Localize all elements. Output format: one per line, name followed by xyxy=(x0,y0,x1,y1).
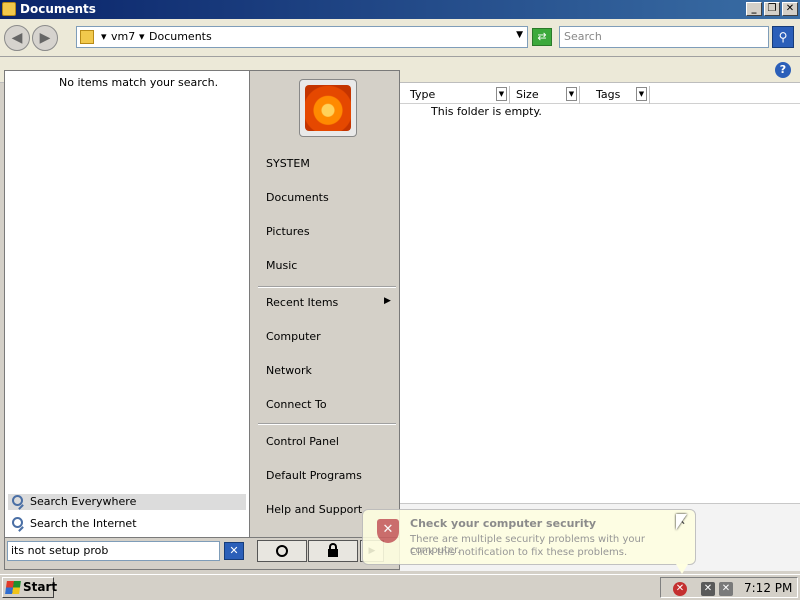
search-icon xyxy=(12,495,23,506)
start-label: Start xyxy=(23,580,58,594)
breadcrumb-vm7[interactable]: vm7 xyxy=(111,30,135,43)
start-button[interactable]: Start xyxy=(2,577,58,598)
chevron-down-icon[interactable]: ▼ xyxy=(566,87,577,101)
folder-icon xyxy=(2,2,16,16)
menu-separator xyxy=(258,423,396,425)
menu-item-default-programs[interactable]: Default Programs xyxy=(266,468,362,484)
menu-separator xyxy=(258,286,396,288)
start-menu-left-pane xyxy=(4,70,250,538)
security-alert-icon[interactable]: ✕ xyxy=(673,582,687,596)
search-internet-label: Search the Internet xyxy=(30,517,137,530)
start-search-input[interactable]: its not setup prob xyxy=(7,541,220,561)
search-everywhere-label: Search Everywhere xyxy=(30,495,137,508)
menu-item-documents[interactable]: Documents xyxy=(266,190,329,206)
menu-item-pictures[interactable]: Pictures xyxy=(266,224,310,240)
lock-button[interactable] xyxy=(308,540,358,562)
notification-title: Check your computer security xyxy=(410,517,597,530)
menu-item-recent-items[interactable]: Recent Items xyxy=(266,295,338,311)
window-titlebar[interactable]: Documents _ ❐ ✕ xyxy=(0,0,800,19)
power-icon xyxy=(276,545,288,557)
user-picture[interactable] xyxy=(299,79,357,137)
column-label: Tags xyxy=(596,88,621,101)
menu-item-network[interactable]: Network xyxy=(266,363,312,379)
menu-item-music[interactable]: Music xyxy=(266,258,297,274)
search-input[interactable]: Search xyxy=(559,26,769,48)
address-box[interactable]: ▾ vm7 ▾ Documents ▼ xyxy=(76,26,528,48)
folder-icon xyxy=(80,30,94,44)
notification-tail xyxy=(676,564,688,574)
address-bar-area: ◀ ▶ ▾ vm7 ▾ Documents ▼ ⇄ Search ⚲ xyxy=(0,19,800,57)
menu-item-system[interactable]: SYSTEM xyxy=(266,156,310,172)
system-tray: ✕ ✕ ✕ 7:12 PM xyxy=(660,577,798,598)
search-internet-link[interactable]: Search the Internet xyxy=(8,516,246,532)
menu-item-control-panel[interactable]: Control Panel xyxy=(266,434,339,450)
chevron-down-icon[interactable]: ▼ xyxy=(516,30,523,40)
chevron-down-icon[interactable]: ▼ xyxy=(496,87,507,101)
column-header-size[interactable]: Size ▼ xyxy=(510,86,580,104)
chevron-right-icon: ▶ xyxy=(384,296,391,306)
help-icon[interactable]: ? xyxy=(775,62,791,78)
windows-logo-icon xyxy=(5,581,21,594)
lock-icon xyxy=(328,543,338,557)
search-button[interactable]: ⚲ xyxy=(772,26,794,48)
breadcrumb-documents[interactable]: Documents xyxy=(149,30,212,43)
chevron-down-icon[interactable]: ▼ xyxy=(636,87,647,101)
shield-icon: ✕ xyxy=(377,519,399,543)
file-list-area[interactable] xyxy=(400,83,800,503)
clock[interactable]: 7:12 PM xyxy=(744,581,792,595)
menu-item-help-support[interactable]: Help and Support xyxy=(266,502,362,518)
network-icon[interactable]: ✕ xyxy=(701,582,715,596)
restore-button[interactable]: ❐ xyxy=(764,2,780,16)
taskbar: Start ✕ ✕ ✕ 7:12 PM xyxy=(0,574,800,600)
forward-button[interactable]: ▶ xyxy=(32,25,58,51)
security-notification[interactable]: ✕ Check your computer security There are… xyxy=(362,509,696,565)
back-button[interactable]: ◀ xyxy=(4,25,30,51)
refresh-button[interactable]: ⇄ xyxy=(532,28,552,46)
chevron-right-icon[interactable]: ▾ xyxy=(101,30,107,43)
notification-text: Click this notification to fix these pro… xyxy=(410,547,628,558)
search-icon xyxy=(12,517,23,528)
column-label: Type xyxy=(410,88,436,101)
power-button[interactable] xyxy=(257,540,307,562)
menu-item-computer[interactable]: Computer xyxy=(266,329,321,345)
column-headers: Type ▼ Size ▼ Tags ▼ xyxy=(400,86,800,104)
column-header-type[interactable]: Type ▼ xyxy=(404,86,510,104)
clear-search-button[interactable]: ✕ xyxy=(224,542,244,560)
search-everywhere-link[interactable]: Search Everywhere xyxy=(8,494,246,510)
chevron-right-icon[interactable]: ▾ xyxy=(139,30,145,43)
menu-item-connect-to[interactable]: Connect To xyxy=(266,397,327,413)
minimize-button[interactable]: _ xyxy=(746,2,762,16)
flower-icon xyxy=(305,85,351,131)
window-title: Documents xyxy=(20,2,96,16)
no-results-message: No items match your search. xyxy=(59,76,219,89)
volume-icon[interactable]: ✕ xyxy=(719,582,733,596)
column-header-tags[interactable]: Tags ▼ xyxy=(590,86,650,104)
column-label: Size xyxy=(516,88,539,101)
empty-folder-message: This folder is empty. xyxy=(431,105,542,118)
close-button[interactable]: ✕ xyxy=(782,2,798,16)
mouse-cursor-icon xyxy=(676,514,687,530)
